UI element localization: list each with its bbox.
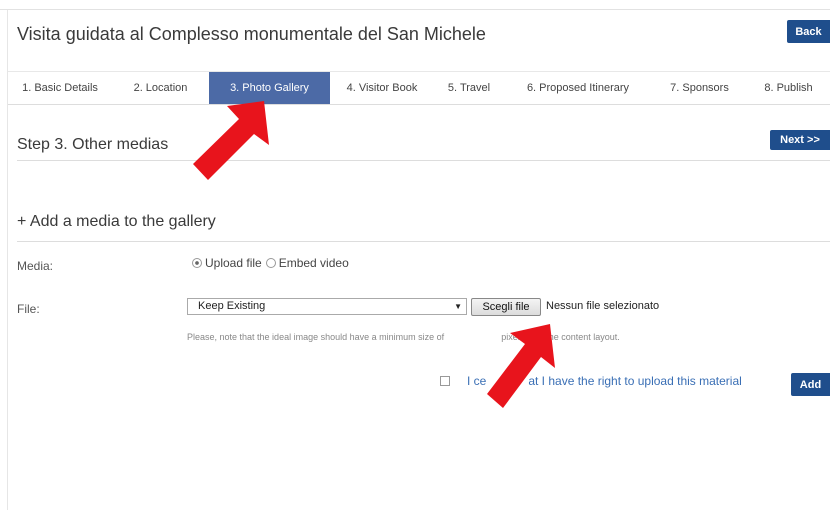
image-size-note-start: Please, note that the ideal image should… [187, 332, 445, 342]
tab-visitor-book[interactable]: 4. Visitor Book [330, 72, 434, 104]
media-type-radio-group: Upload file Embed video [192, 256, 349, 270]
tab-publish[interactable]: 8. Publish [747, 72, 830, 104]
tab-proposed-itinerary[interactable]: 6. Proposed Itinerary [504, 72, 652, 104]
next-button[interactable]: Next >> [770, 130, 830, 150]
file-label: File: [17, 302, 40, 316]
tab-basic-details[interactable]: 1. Basic Details [8, 72, 112, 104]
upload-file-label: Upload file [205, 256, 262, 270]
embed-video-radio[interactable] [265, 258, 276, 268]
choose-file-button[interactable]: Scegli file [471, 298, 541, 316]
add-media-heading: + Add a media to the gallery [17, 213, 216, 230]
no-file-selected-text: Nessun file selezionato [546, 300, 660, 312]
add-button[interactable]: Add [791, 373, 830, 396]
dropdown-arrow-icon: ▼ [454, 302, 462, 311]
top-border [0, 0, 830, 10]
tab-sponsors[interactable]: 7. Sponsors [652, 72, 747, 104]
file-select-value: Keep Existing [198, 300, 266, 312]
divider [17, 160, 830, 161]
divider [17, 241, 830, 242]
file-select[interactable]: Keep Existing ▼ [187, 298, 467, 315]
media-label: Media: [17, 259, 54, 273]
annotation-arrow-icon [487, 324, 555, 408]
tab-travel[interactable]: 5. Travel [434, 72, 504, 104]
upload-file-radio[interactable] [192, 258, 202, 268]
certify-checkbox[interactable] [440, 376, 450, 386]
annotation-arrow-icon [193, 101, 269, 180]
wizard-tabs: 1. Basic Details 2. Location 3. Photo Ga… [8, 71, 830, 105]
page-title: Visita guidata al Complesso monumentale … [17, 24, 486, 44]
back-button[interactable]: Back [787, 20, 830, 43]
embed-video-label: Embed video [278, 256, 349, 270]
step-title: Step 3. Other medias [17, 136, 169, 153]
